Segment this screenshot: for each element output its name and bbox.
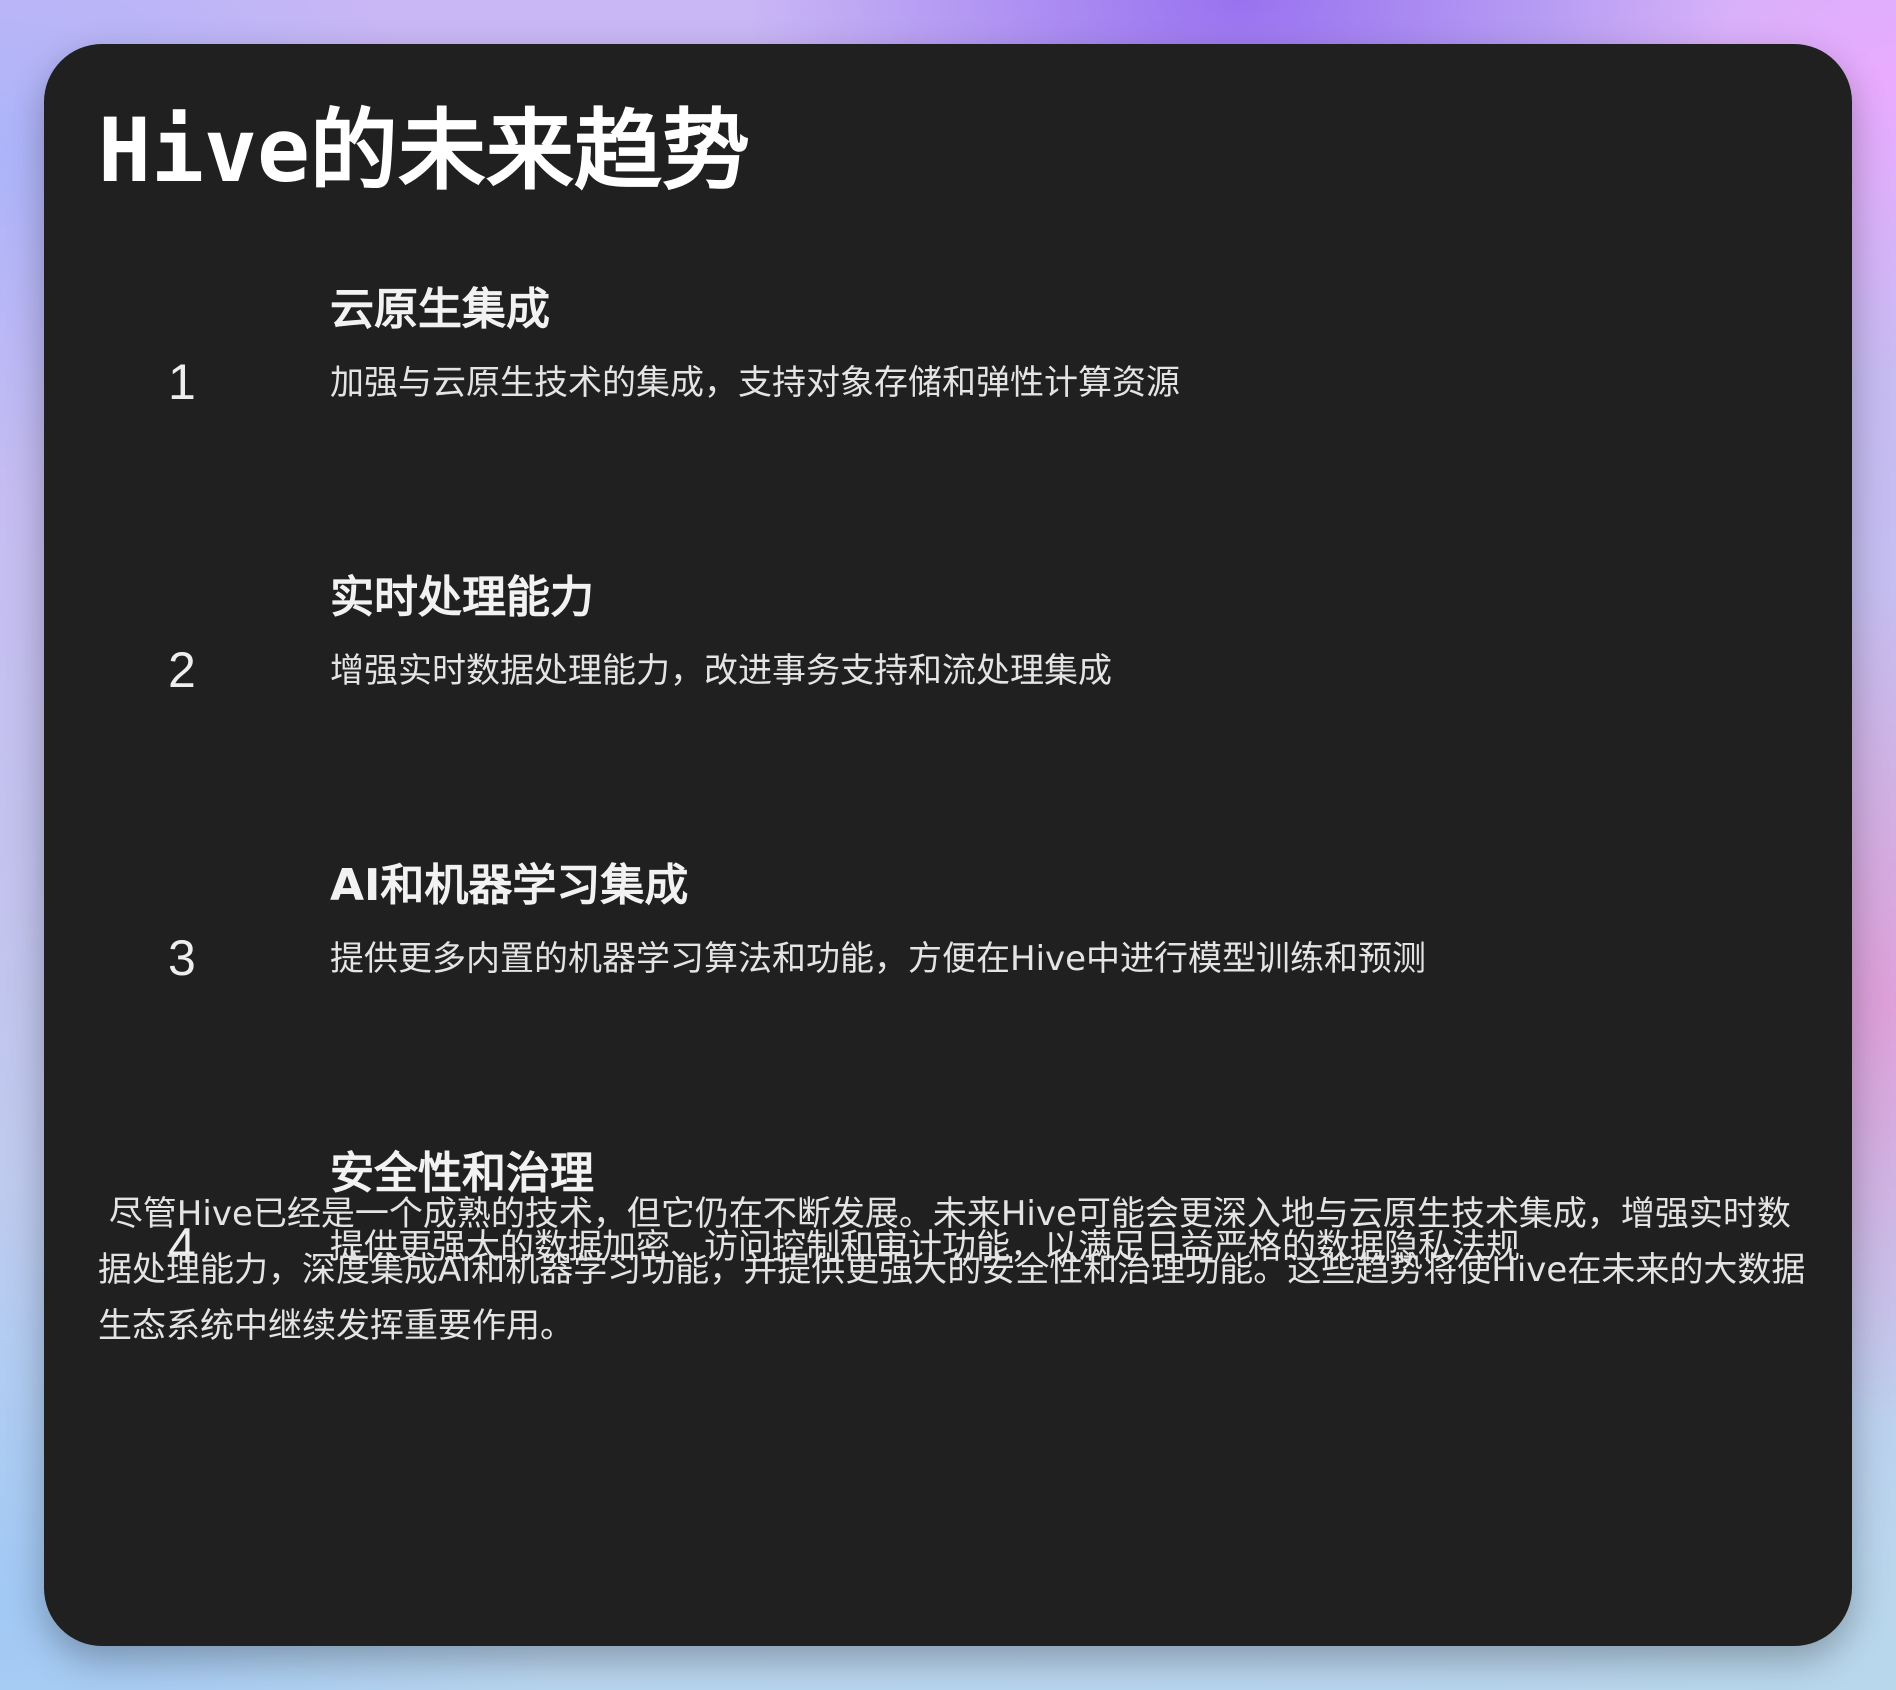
trend-description: 增强实时数据处理能力，改进事务支持和流处理集成: [330, 651, 1112, 691]
page-title: Hive的未来趋势: [98, 99, 750, 202]
trend-item-ai-ml: 3 AI和机器学习集成 提供更多内置的机器学习算法和功能，方便在Hive中进行模…: [44, 856, 1852, 1016]
content-card: Hive的未来趋势 1 云原生集成 加强与云原生技术的集成，支持对象存储和弹性计…: [44, 44, 1852, 1646]
trend-description: 加强与云原生技术的集成，支持对象存储和弹性计算资源: [330, 363, 1180, 403]
trend-title: 实时处理能力: [330, 572, 594, 623]
trend-number: 3: [168, 930, 196, 986]
trend-title: AI和机器学习集成: [330, 860, 689, 911]
summary-paragraph: 尽管Hive已经是一个成熟的技术，但它仍在不断发展。未来Hive可能会更深入地与…: [98, 1194, 1806, 1346]
trend-number: 1: [168, 354, 196, 410]
trend-item-cloud-native: 1 云原生集成 加强与云原生技术的集成，支持对象存储和弹性计算资源: [44, 280, 1852, 440]
trend-number: 2: [168, 642, 196, 698]
trend-item-realtime: 2 实时处理能力 增强实时数据处理能力，改进事务支持和流处理集成: [44, 568, 1852, 728]
trend-description: 提供更多内置的机器学习算法和功能，方便在Hive中进行模型训练和预测: [330, 939, 1427, 979]
trend-title: 云原生集成: [330, 284, 550, 335]
